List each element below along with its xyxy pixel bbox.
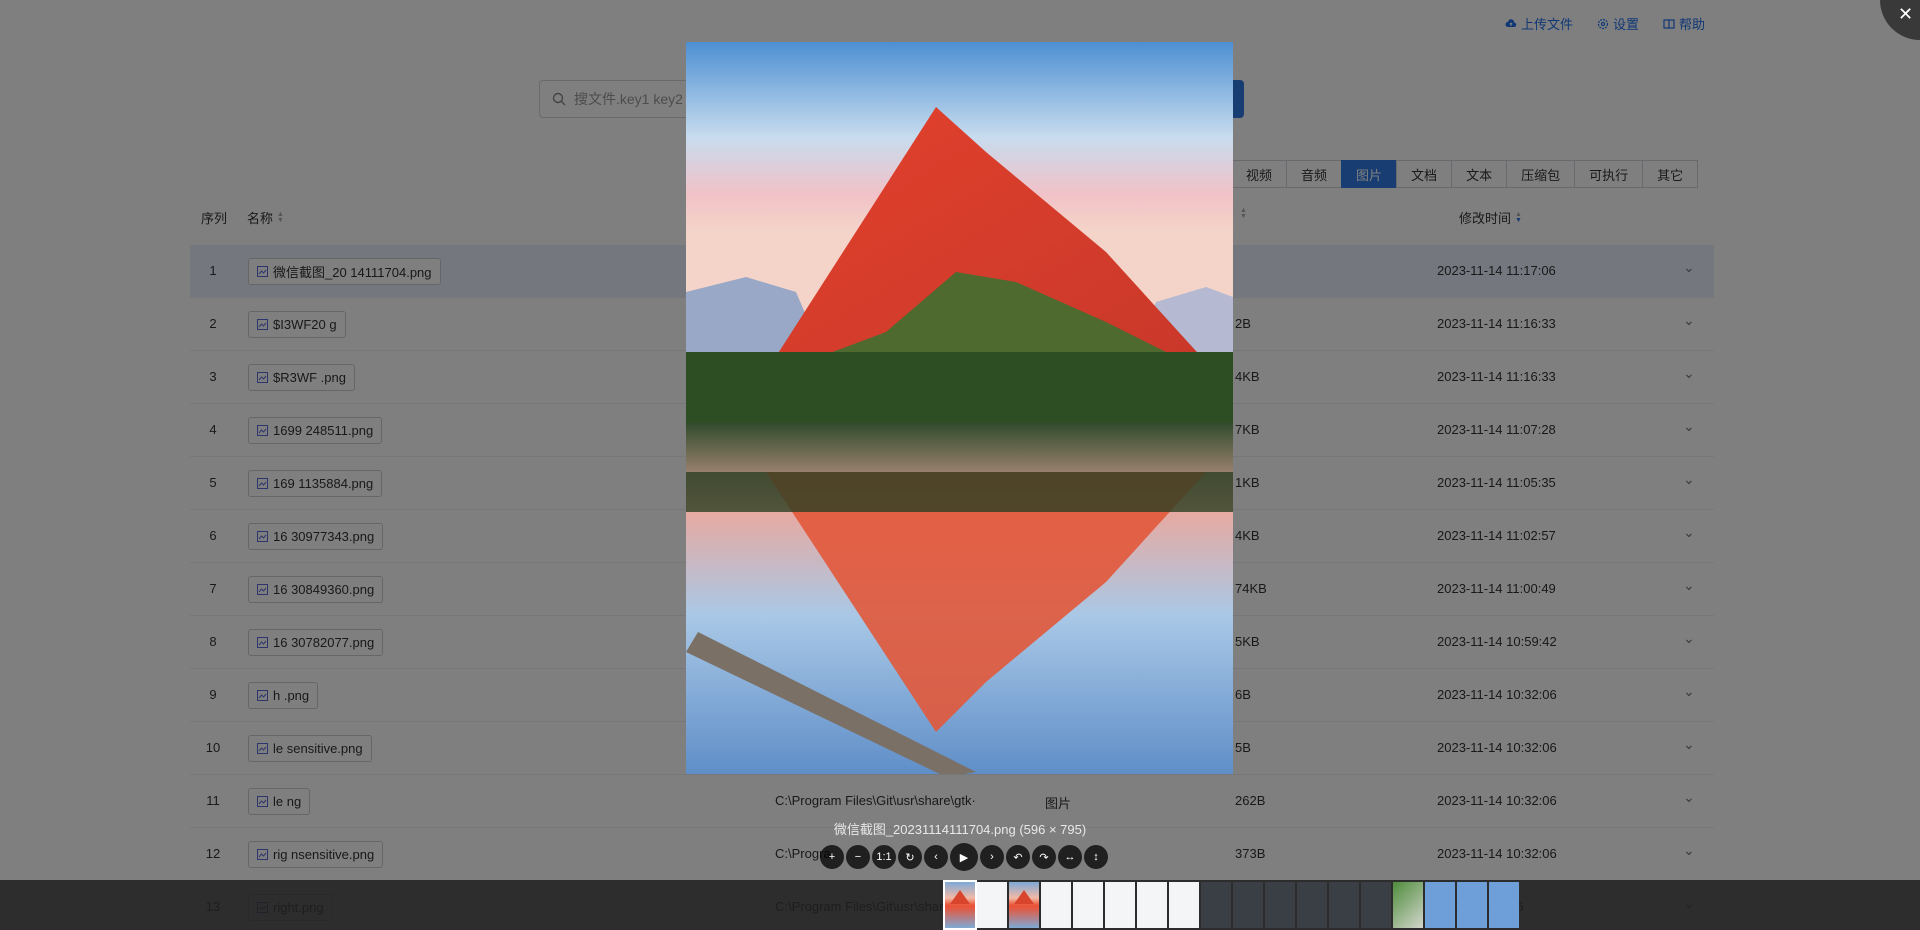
actual-size-button[interactable]: 1:1 xyxy=(872,845,896,869)
thumbnail-item[interactable] xyxy=(1137,882,1167,928)
zoom-out-button[interactable]: − xyxy=(846,845,870,869)
close-icon: ✕ xyxy=(1898,4,1914,24)
thumbnail-item[interactable] xyxy=(1457,882,1487,928)
next-button[interactable]: › xyxy=(980,845,1004,869)
thumbnail-list xyxy=(943,880,1519,930)
thumbnail-item[interactable] xyxy=(1329,882,1359,928)
undo-rotate-button[interactable]: ↶ xyxy=(1006,845,1030,869)
thumbnail-item[interactable] xyxy=(1009,882,1039,928)
thumbnail-item[interactable] xyxy=(1201,882,1231,928)
thumbnail-item[interactable] xyxy=(943,880,977,930)
thumbnail-item[interactable] xyxy=(1169,882,1199,928)
zoom-in-button[interactable]: + xyxy=(820,845,844,869)
thumbnail-item[interactable] xyxy=(977,882,1007,928)
flip-horizontal-button[interactable]: ↔ xyxy=(1058,845,1082,869)
play-button[interactable]: ▶ xyxy=(950,843,978,871)
thumbnail-item[interactable] xyxy=(1361,882,1391,928)
image-caption: 微信截图_20231114111704.png (596 × 795) xyxy=(833,822,1087,837)
thumbnail-item[interactable] xyxy=(1041,882,1071,928)
viewer-toolbar: + −1:1 ↻ ‹ ▶ › ↶ ↷ ↔ ↕ xyxy=(820,843,1108,871)
thumbnail-item[interactable] xyxy=(1489,882,1519,928)
rotate-button[interactable]: ↻ xyxy=(898,845,922,869)
thumbnail-item[interactable] xyxy=(1265,882,1295,928)
thumbnail-item[interactable] xyxy=(1233,882,1263,928)
preview-image xyxy=(686,42,1233,774)
flip-vertical-button[interactable]: ↕ xyxy=(1084,845,1108,869)
thumbnail-item[interactable] xyxy=(1073,882,1103,928)
thumbnail-item[interactable] xyxy=(1297,882,1327,928)
redo-rotate-button[interactable]: ↷ xyxy=(1032,845,1056,869)
prev-button[interactable]: ‹ xyxy=(924,845,948,869)
thumbnail-item[interactable] xyxy=(1105,882,1135,928)
thumbnail-item[interactable] xyxy=(1393,882,1423,928)
thumbnail-strip xyxy=(0,880,1920,930)
mountain-lake-image xyxy=(686,42,1233,774)
thumbnail-item[interactable] xyxy=(1425,882,1455,928)
